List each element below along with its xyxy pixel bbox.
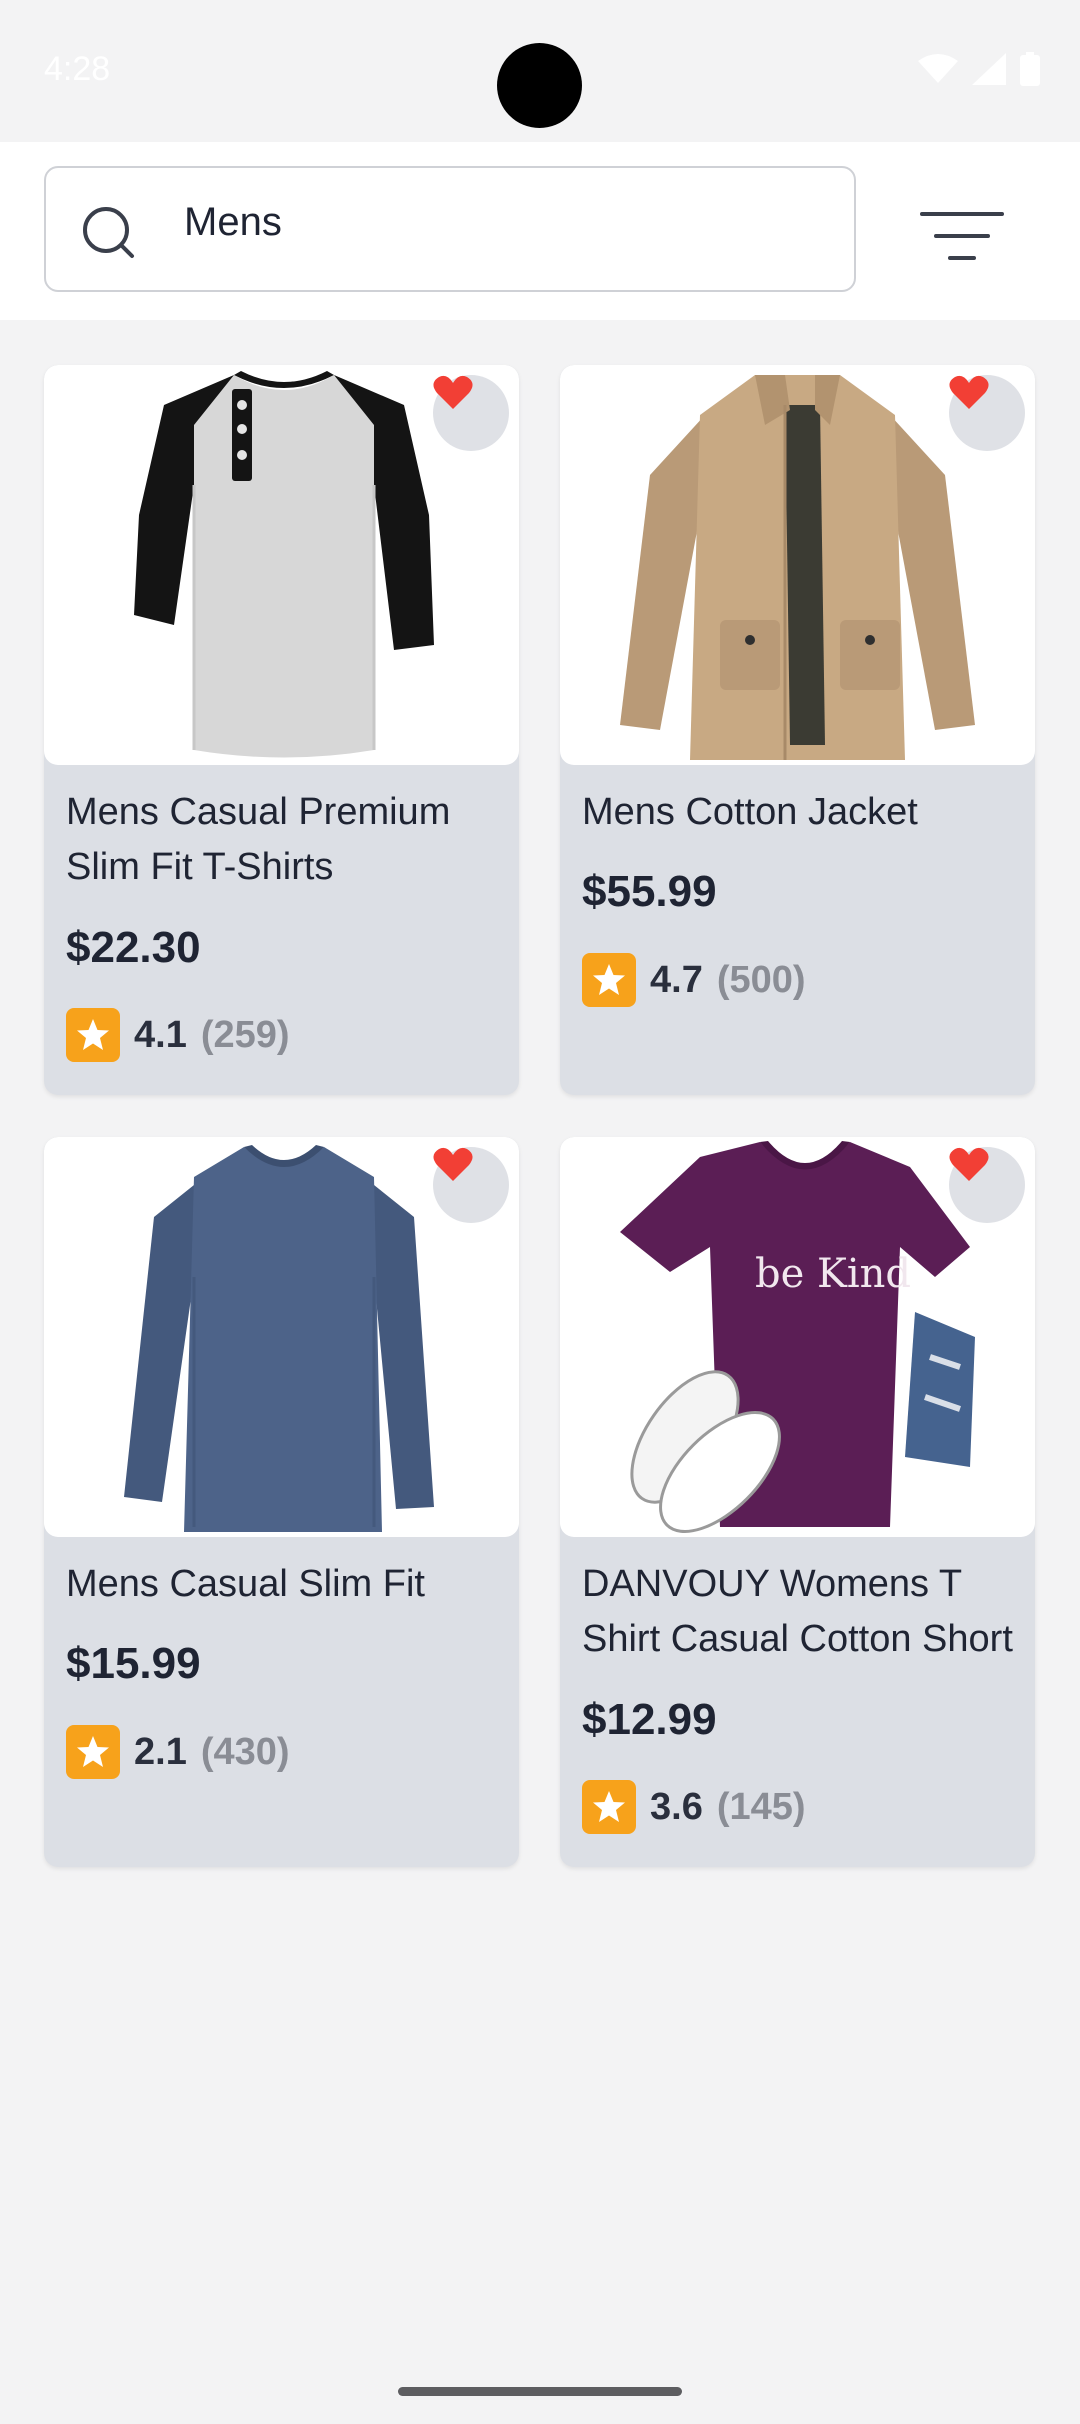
product-image: be Kind bbox=[560, 1137, 1035, 1537]
product-title: DANVOUY Womens T Shirt Casual Cotton Sho… bbox=[582, 1563, 1013, 1660]
favorite-button[interactable] bbox=[433, 375, 509, 451]
product-price: $12.99 bbox=[582, 1695, 717, 1744]
product-price: $22.30 bbox=[66, 923, 201, 972]
status-icons bbox=[918, 52, 1040, 86]
star-badge bbox=[582, 1780, 636, 1834]
shirt-print-text: be Kind bbox=[755, 1251, 911, 1297]
product-image bbox=[44, 365, 519, 765]
product-title: Mens Casual Slim Fit bbox=[66, 1563, 425, 1605]
home-indicator[interactable] bbox=[398, 2387, 682, 2396]
status-time: 4:28 bbox=[44, 50, 111, 88]
star-badge bbox=[582, 953, 636, 1007]
star-icon bbox=[77, 1736, 109, 1767]
product-price: $15.99 bbox=[66, 1639, 201, 1688]
product-title: Mens Cotton Jacket bbox=[582, 791, 918, 833]
rating-value: 4.7 bbox=[650, 958, 703, 1001]
battery-icon bbox=[1020, 52, 1040, 86]
product-card[interactable]: Mens Cotton Jacket $55.99 4.7 (500) bbox=[560, 365, 1035, 1095]
heart-icon bbox=[949, 1147, 989, 1181]
favorite-button[interactable] bbox=[433, 1147, 509, 1223]
front-camera bbox=[497, 43, 582, 128]
rating-row: 4.7 (500) bbox=[582, 953, 806, 1007]
star-icon bbox=[593, 1791, 625, 1822]
rating-row: 4.1 (259) bbox=[66, 1008, 290, 1062]
search-box[interactable] bbox=[44, 166, 856, 292]
rating-count: (430) bbox=[200, 1730, 290, 1773]
favorite-button[interactable] bbox=[949, 375, 1025, 451]
product-image bbox=[560, 365, 1035, 765]
rating-count: (500) bbox=[716, 958, 806, 1001]
rating-count: (145) bbox=[716, 1785, 806, 1828]
status-bar: 4:28 bbox=[0, 0, 1080, 142]
heart-icon bbox=[949, 375, 989, 409]
star-icon bbox=[77, 1019, 109, 1050]
favorite-button[interactable] bbox=[949, 1147, 1025, 1223]
filter-icon[interactable] bbox=[912, 206, 1008, 266]
search-header bbox=[0, 142, 1080, 320]
star-badge bbox=[66, 1008, 120, 1062]
rating-row: 2.1 (430) bbox=[66, 1725, 290, 1779]
star-icon bbox=[593, 964, 625, 995]
rating-value: 2.1 bbox=[134, 1730, 187, 1773]
product-price: $55.99 bbox=[582, 867, 717, 916]
rating-row: 3.6 (145) bbox=[582, 1780, 806, 1834]
star-badge bbox=[66, 1725, 120, 1779]
product-card[interactable]: be Kind DANVOUY Womens T Shirt Casual Co… bbox=[560, 1137, 1035, 1867]
product-card[interactable]: Mens Casual Premium Slim Fit T-Shirts $2… bbox=[44, 365, 519, 1095]
rating-count: (259) bbox=[200, 1013, 290, 1056]
heart-icon bbox=[433, 1147, 473, 1181]
heart-icon bbox=[433, 375, 473, 409]
search-input[interactable] bbox=[184, 192, 824, 252]
search-icon bbox=[83, 207, 134, 258]
product-image bbox=[44, 1137, 519, 1537]
rating-value: 3.6 bbox=[650, 1785, 703, 1828]
product-card[interactable]: Mens Casual Slim Fit $15.99 2.1 (430) bbox=[44, 1137, 519, 1867]
wifi-icon bbox=[918, 54, 958, 83]
product-title: Mens Casual Premium Slim Fit T-Shirts bbox=[66, 791, 451, 888]
signal-icon bbox=[972, 53, 1006, 85]
rating-value: 4.1 bbox=[134, 1013, 187, 1056]
